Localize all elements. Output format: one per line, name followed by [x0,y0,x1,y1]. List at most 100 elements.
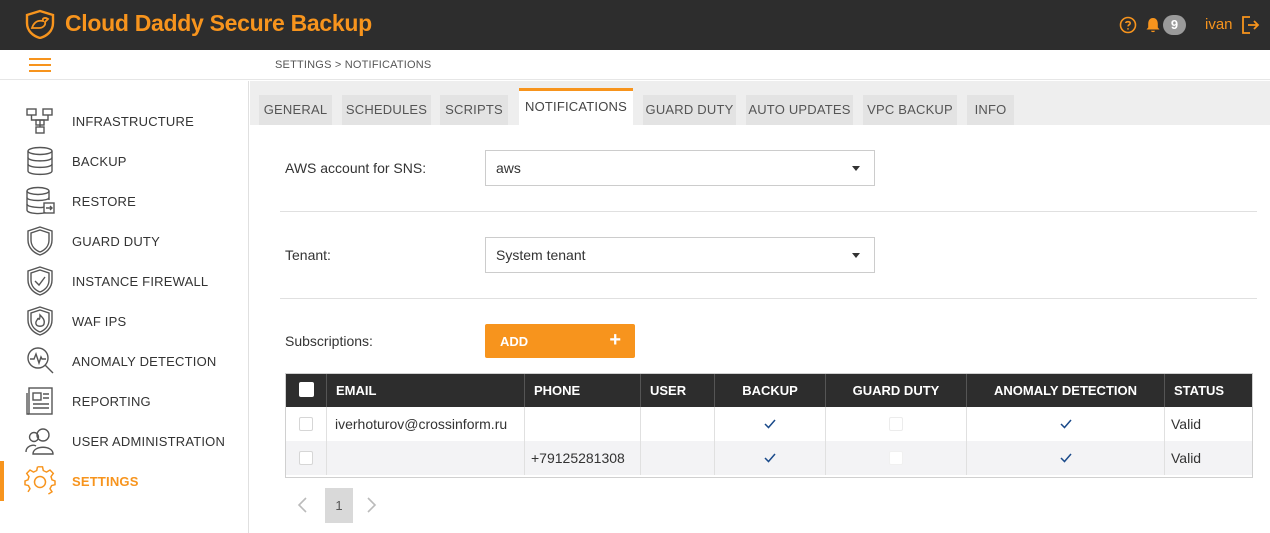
column-header-guard-duty[interactable]: GUARD DUTY [826,374,967,407]
checkmark-icon[interactable] [1059,451,1073,465]
tab-auto-updates[interactable]: AUTO UPDATES [746,95,853,125]
gear-icon [24,466,56,495]
top-bar: Cloud Daddy Secure Backup 9 ivan [0,0,1270,50]
user-cell [641,441,715,475]
bell-icon[interactable] [1144,16,1162,34]
tab-notifications[interactable]: NOTIFICATIONS [519,88,633,125]
select-all-checkbox[interactable] [299,382,314,397]
network-icon [26,108,53,134]
hamburger-menu-icon[interactable] [29,57,51,73]
shield-icon [27,226,53,256]
sidebar-item-backup[interactable]: BACKUP [0,141,249,181]
shield-check-icon [27,266,53,296]
add-subscription-button[interactable]: ADD + [485,324,635,358]
column-header-phone[interactable]: PHONE [525,374,641,407]
anomaly-detection-cell [967,441,1165,475]
logout-icon[interactable] [1240,15,1260,35]
sidebar-item-guard-duty[interactable]: GUARD DUTY [0,221,249,261]
sidebar-item-label: ANOMALY DETECTION [72,354,217,369]
sidebar-item-user-administration[interactable]: USER ADMINISTRATION [0,421,249,461]
status-cell: Valid [1171,416,1202,432]
sidebar-item-instance-firewall[interactable]: INSTANCE FIREWALL [0,261,249,301]
tab-schedules[interactable]: SCHEDULES [342,95,431,125]
database-restore-icon [26,186,55,215]
logo-shield-icon [25,9,55,39]
checkmark-icon[interactable] [1059,417,1073,431]
sidebar-item-restore[interactable]: RESTORE [0,181,249,221]
guard-duty-checkbox [889,417,903,431]
sidebar-item-settings[interactable]: SETTINGS [0,461,249,501]
chevron-right-icon[interactable] [364,496,378,514]
subscriptions-label: Subscriptions: [285,333,373,349]
row-select-cell [286,441,327,475]
column-header-anomaly-detection[interactable]: ANOMALY DETECTION [967,374,1165,407]
sidebar-item-label: WAF IPS [72,314,127,329]
tab-info[interactable]: INFO [967,95,1014,125]
tab-vpc-backup[interactable]: VPC BACKUP [863,95,957,125]
row-select-cell [286,407,327,441]
newspaper-icon [26,387,53,415]
table-row[interactable]: +79125281308 Valid [286,441,1252,475]
anomaly-detection-cell [967,407,1165,441]
sidebar-item-label: SETTINGS [72,474,139,489]
row-checkbox[interactable] [299,451,313,465]
breadcrumb-bar: SETTINGS > NOTIFICATIONS [0,50,1270,80]
sidebar-item-label: INFRASTRUCTURE [72,114,194,129]
caret-down-icon [852,166,860,171]
help-icon[interactable] [1119,16,1137,34]
user-cell [641,407,715,441]
email-cell: iverhoturov@crossinform.ru [327,407,525,441]
users-icon [25,428,54,455]
sidebar-item-label: REPORTING [72,394,151,409]
aws-account-label: AWS account for SNS: [285,160,427,176]
aws-account-select[interactable]: aws [485,150,875,186]
shield-fire-icon [27,306,53,336]
sidebar-item-label: USER ADMINISTRATION [72,434,226,449]
chevron-left-icon[interactable] [296,496,310,514]
divider [280,211,1257,212]
aws-account-value: aws [496,160,521,176]
tab-general[interactable]: GENERAL [259,95,332,125]
column-header-user[interactable]: USER [641,374,715,407]
magnifier-pulse-icon [27,347,54,374]
tenant-select[interactable]: System tenant [485,237,875,273]
sidebar-item-label: GUARD DUTY [72,234,160,249]
sidebar-item-reporting[interactable]: REPORTING [0,381,249,421]
checkmark-icon[interactable] [763,451,777,465]
status-cell: Valid [1171,450,1202,466]
table-header: EMAIL PHONE USER BACKUP GUARD DUTY ANOMA… [286,374,1252,407]
breadcrumb: SETTINGS > NOTIFICATIONS [275,59,432,71]
backup-cell [715,441,826,475]
sidebar-item-anomaly-detection[interactable]: ANOMALY DETECTION [0,341,249,381]
subscriptions-table: EMAIL PHONE USER BACKUP GUARD DUTY ANOMA… [285,373,1253,478]
phone-cell [525,407,641,441]
table-row[interactable]: iverhoturov@crossinform.ru Valid [286,407,1252,441]
sidebar: INFRASTRUCTURE BACKUP RESTORE GUARD DUTY… [0,81,249,533]
column-header-email[interactable]: EMAIL [327,374,525,407]
sidebar-item-label: RESTORE [72,194,137,209]
notification-count-badge[interactable]: 9 [1163,15,1186,35]
divider [280,298,1257,299]
column-header-backup[interactable]: BACKUP [715,374,826,407]
tab-scripts[interactable]: SCRIPTS [440,95,508,125]
sidebar-item-waf-ips[interactable]: WAF IPS [0,301,249,341]
row-checkbox[interactable] [299,417,313,431]
email-cell [327,441,525,475]
database-icon [27,146,53,176]
backup-cell [715,407,826,441]
user-name[interactable]: ivan [1205,16,1233,33]
sidebar-item-label: INSTANCE FIREWALL [72,274,209,289]
guard-duty-checkbox[interactable] [889,451,903,465]
tenant-label: Tenant: [285,247,331,263]
caret-down-icon [852,253,860,258]
guard-duty-cell [826,441,967,475]
tab-guard-duty[interactable]: GUARD DUTY [643,95,736,125]
sidebar-item-infrastructure[interactable]: INFRASTRUCTURE [0,101,249,141]
pagination-current-page[interactable]: 1 [325,488,353,523]
tab-strip: GENERAL SCHEDULES SCRIPTS NOTIFICATIONS … [250,81,1270,125]
column-header-status[interactable]: STATUS [1165,374,1252,407]
select-all-cell [286,374,327,407]
phone-cell: +79125281308 [525,441,641,475]
guard-duty-cell [826,407,967,441]
checkmark-icon[interactable] [763,417,777,431]
